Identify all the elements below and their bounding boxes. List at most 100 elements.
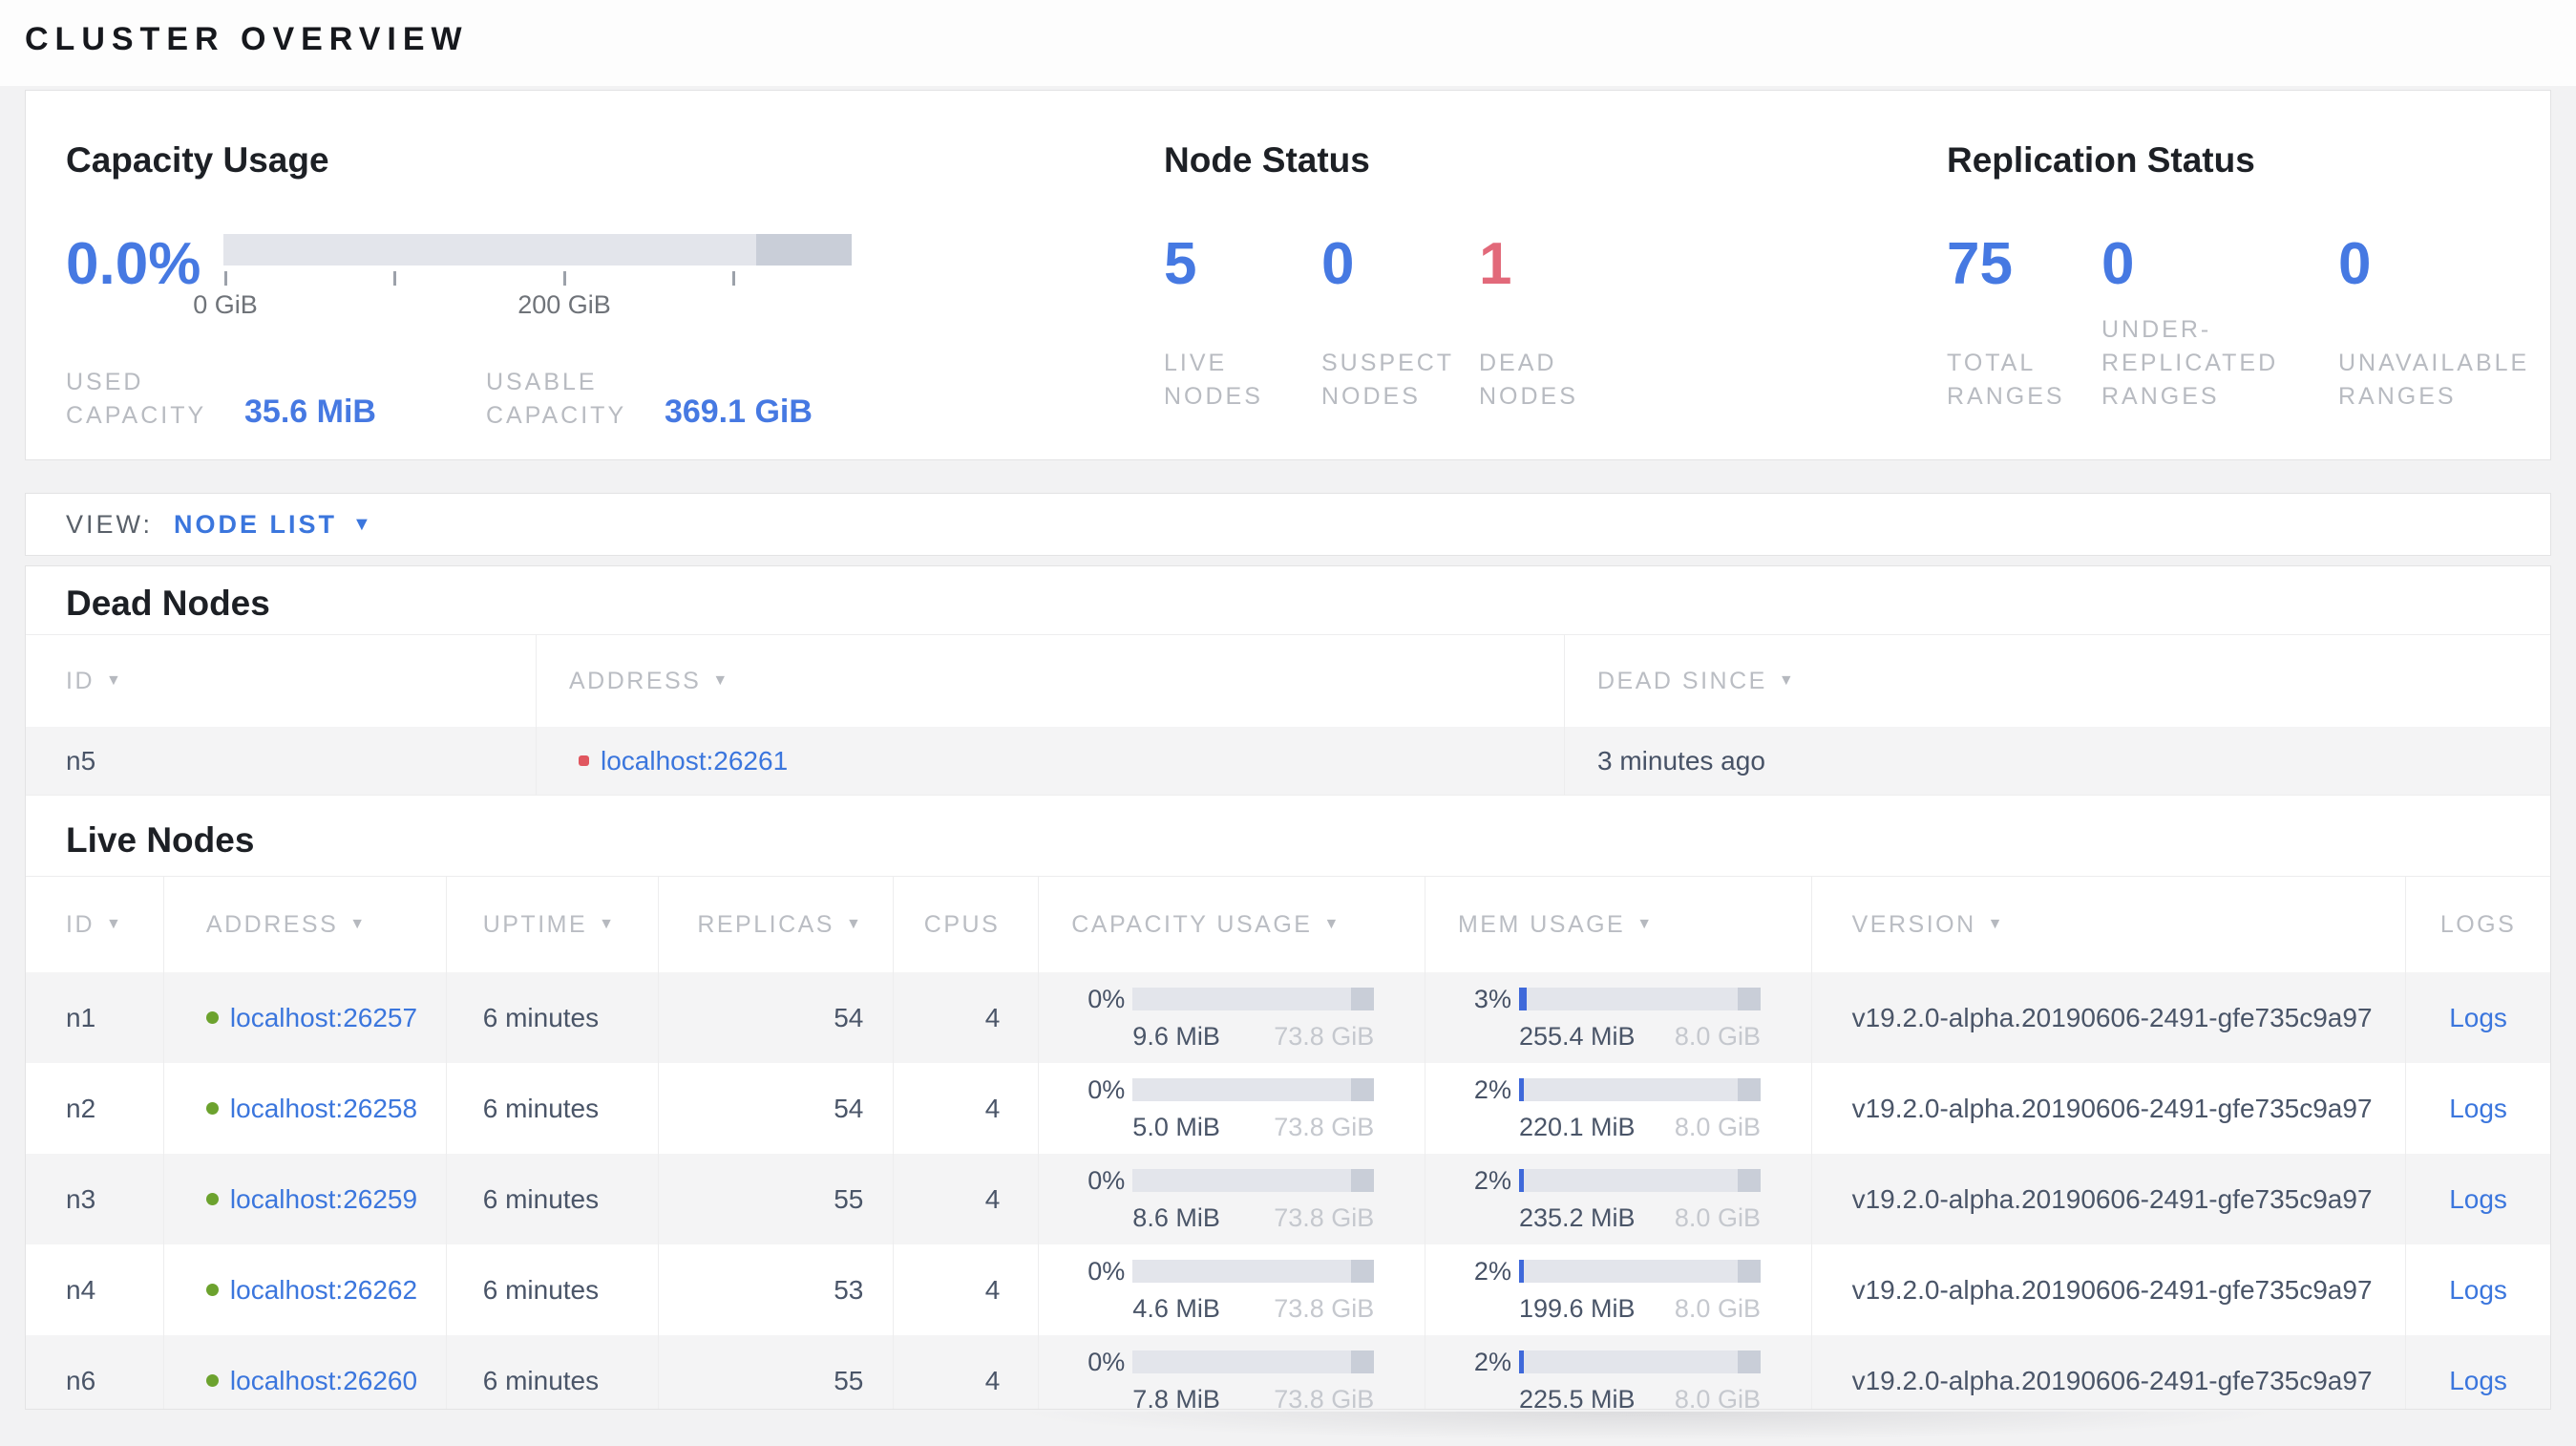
sort-desc-icon[interactable]: ▼ [106,672,123,690]
live-nodes-heading: Live Nodes [66,820,255,860]
view-selector-bar: VIEW: NODE LIST ▼ [25,493,2551,556]
capacity-meter-reserved-segment [1351,1078,1375,1101]
node-logs-cell: Logs [2406,972,2550,1063]
live-nodes-count: 5 [1164,231,1197,297]
live-nodes-table-header: ID ▼ ADDRESS ▼ UPTIME ▼ REPLICAS ▼ CPUS … [26,876,2550,972]
capacity-bar-reserved-segment [756,234,852,266]
capacity-meter [1132,988,1375,1010]
node-address-link[interactable]: localhost:26258 [230,1094,417,1124]
node-uptime: 6 minutes [447,1335,659,1409]
capacity-used-value: 5.0 MiB [1132,1112,1220,1141]
node-address-link[interactable]: localhost:26260 [230,1366,417,1396]
node-address-link[interactable]: localhost:26259 [230,1184,417,1215]
node-id: n2 [26,1063,164,1154]
axis-tick [393,271,396,286]
view-dropdown[interactable]: NODE LIST ▼ [174,510,371,540]
table-row: n2 localhost:26258 6 minutes 54 4 0% 5.0… [26,1063,2550,1154]
node-capacity-cell: 0% 8.6 MiB 73.8 GiB [1039,1154,1425,1244]
under-replicated-count: 0 [2101,231,2135,297]
sort-desc-icon[interactable]: ▼ [712,672,729,690]
node-address-link[interactable]: localhost:26262 [230,1275,417,1306]
node-id: n3 [26,1154,164,1244]
mem-meter [1518,1350,1761,1373]
live-col-id-header[interactable]: ID ▼ [26,877,164,972]
live-status-dot-icon [205,1284,219,1296]
node-version: v19.2.0-alpha.20190606-2491-gfe735c9a97 [1812,972,2407,1063]
view-label: VIEW: [66,509,154,539]
node-capacity-cell: 0% 4.6 MiB 73.8 GiB [1039,1244,1425,1335]
mem-meter-reserved-segment [1737,1078,1761,1101]
node-capacity-cell: 0% 7.8 MiB 73.8 GiB [1039,1335,1425,1409]
live-col-uptime-header[interactable]: UPTIME ▼ [447,877,659,972]
suspect-nodes-count: 0 [1321,231,1355,297]
mem-total-value: 8.0 GiB [1674,1112,1761,1141]
sort-desc-icon[interactable]: ▼ [106,916,123,933]
capacity-meter-reserved-segment [1351,1350,1375,1373]
node-id: n1 [26,972,164,1063]
mem-total-value: 8.0 GiB [1674,1202,1761,1232]
used-capacity-label: USED CAPACITY [66,369,207,429]
live-col-version-header[interactable]: VERSION ▼ [1812,877,2407,972]
sort-desc-icon[interactable]: ▼ [1323,916,1341,933]
logs-link[interactable]: Logs [2449,1275,2507,1306]
mem-meter-fill [1518,1078,1524,1101]
sort-desc-icon[interactable]: ▼ [349,916,367,933]
table-row: n1 localhost:26257 6 minutes 54 4 0% 9.6… [26,972,2550,1063]
used-capacity-value: 35.6 MiB [244,393,376,430]
dead-nodes-table-header: ID ▼ ADDRESS ▼ DEAD SINCE ▼ [26,634,2550,727]
mem-meter-reserved-segment [1737,1169,1761,1192]
node-replicas: 55 [659,1154,895,1244]
sort-desc-icon[interactable]: ▼ [1636,916,1654,933]
node-address-link[interactable]: localhost:26257 [230,1003,417,1033]
capacity-meter-reserved-segment [1351,1260,1375,1283]
unavailable-ranges-stat: 0 UNAVAILABLE RANGES [2338,234,2539,414]
node-cpus: 4 [894,1244,1040,1335]
under-replicated-label: UNDER-REPLICATED RANGES [2101,316,2279,410]
sort-desc-icon[interactable]: ▼ [599,916,616,933]
sort-desc-icon[interactable]: ▼ [1779,672,1796,690]
logs-link[interactable]: Logs [2449,1184,2507,1215]
node-uptime: 6 minutes [447,972,659,1063]
node-logs-cell: Logs [2406,1244,2550,1335]
dead-col-deadsince-header[interactable]: DEAD SINCE ▼ [1565,635,2550,727]
dead-nodes-stat: 1 DEAD NODES [1479,234,1636,414]
dead-node-address-cell: localhost:26261 [537,727,1565,795]
capacity-usage-title: Capacity Usage [66,140,329,180]
node-capacity-cell: 0% 9.6 MiB 73.8 GiB [1039,972,1425,1063]
mem-used-value: 225.5 MiB [1518,1384,1636,1410]
replication-stats: 75 TOTAL RANGES 0 UNDER-REPLICATED RANGE… [1947,234,2539,414]
sort-desc-icon[interactable]: ▼ [1988,916,2005,933]
live-nodes-table-body: n1 localhost:26257 6 minutes 54 4 0% 9.6… [26,972,2550,1410]
capacity-meter-reserved-segment [1351,988,1375,1010]
sort-desc-icon[interactable]: ▼ [846,916,863,933]
dropdown-caret-icon[interactable]: ▼ [352,514,371,536]
dead-nodes-label: DEAD NODES [1479,350,1578,410]
node-address-link[interactable]: localhost:26261 [601,746,788,776]
node-address-cell: localhost:26259 [164,1154,447,1244]
capacity-usage-section: Capacity Usage 0.0% 0 GiB 200 GiB USED C… [66,140,925,430]
node-version: v19.2.0-alpha.20190606-2491-gfe735c9a97 [1812,1244,2407,1335]
capacity-used-value: 4.6 MiB [1132,1293,1220,1323]
usable-capacity-label: USABLE CAPACITY [485,369,627,429]
live-col-replicas-header[interactable]: REPLICAS ▼ [659,877,895,972]
logs-link[interactable]: Logs [2449,1003,2507,1033]
live-col-capacity-header[interactable]: CAPACITY USAGE ▼ [1039,877,1425,972]
mem-meter [1518,1169,1761,1192]
dead-col-address-header[interactable]: ADDRESS ▼ [537,635,1565,727]
live-col-address-header[interactable]: ADDRESS ▼ [164,877,447,972]
node-mem-cell: 3% 255.4 MiB 8.0 GiB [1425,972,1812,1063]
node-uptime: 6 minutes [447,1063,659,1154]
node-id: n4 [26,1244,164,1335]
live-col-mem-header[interactable]: MEM USAGE ▼ [1425,877,1812,972]
logs-link[interactable]: Logs [2449,1094,2507,1124]
mem-meter-fill [1518,1260,1524,1283]
suspect-nodes-stat: 0 SUSPECT NODES [1321,234,1479,414]
live-col-logs-header: LOGS [2439,910,2517,938]
dead-col-id-header[interactable]: ID ▼ [26,635,537,727]
logs-link[interactable]: Logs [2449,1366,2507,1396]
view-dropdown-value[interactable]: NODE LIST [174,510,337,540]
node-id: n6 [26,1335,164,1409]
node-version: v19.2.0-alpha.20190606-2491-gfe735c9a97 [1812,1154,2407,1244]
mem-used-value: 220.1 MiB [1518,1112,1636,1141]
usable-capacity-stat: USABLE CAPACITY 369.1 GiB [486,366,813,433]
